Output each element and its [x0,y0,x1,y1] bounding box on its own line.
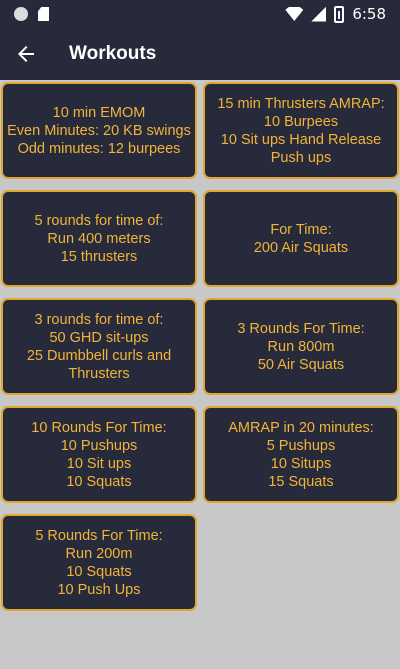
wifi-icon [285,7,304,21]
workout-card[interactable]: 5 Rounds For Time: Run 200m 10 Squats 10… [1,514,197,611]
page-title: Workouts [69,43,157,64]
notification-dot-icon [14,7,28,21]
status-right: 6:58 [285,5,386,23]
status-time: 6:58 [352,5,386,23]
workout-card[interactable]: 10 Rounds For Time: 10 Pushups 10 Sit up… [1,406,197,503]
app-bar: Workouts [0,28,400,80]
status-bar: 6:58 [0,0,400,28]
workout-card[interactable]: For Time: 200 Air Squats [203,190,399,287]
signal-icon [311,6,327,22]
workout-card[interactable]: 3 rounds for time of: 50 GHD sit-ups 25 … [1,298,197,395]
status-left [14,7,49,21]
workout-card[interactable]: 5 rounds for time of: Run 400 meters 15 … [1,190,197,287]
back-button[interactable] [0,28,52,80]
workout-card[interactable]: 15 min Thrusters AMRAP: 10 Burpees 10 Si… [203,82,399,179]
workout-grid: 10 min EMOM Even Minutes: 20 KB swings O… [0,80,400,611]
battery-charging-icon [334,5,345,23]
workout-card[interactable]: AMRAP in 20 minutes: 5 Pushups 10 Situps… [203,406,399,503]
workout-card[interactable]: 10 min EMOM Even Minutes: 20 KB swings O… [1,82,197,179]
sd-card-icon [38,7,49,21]
arrow-back-icon [18,46,34,62]
workout-card[interactable]: 3 Rounds For Time: Run 800m 50 Air Squat… [203,298,399,395]
